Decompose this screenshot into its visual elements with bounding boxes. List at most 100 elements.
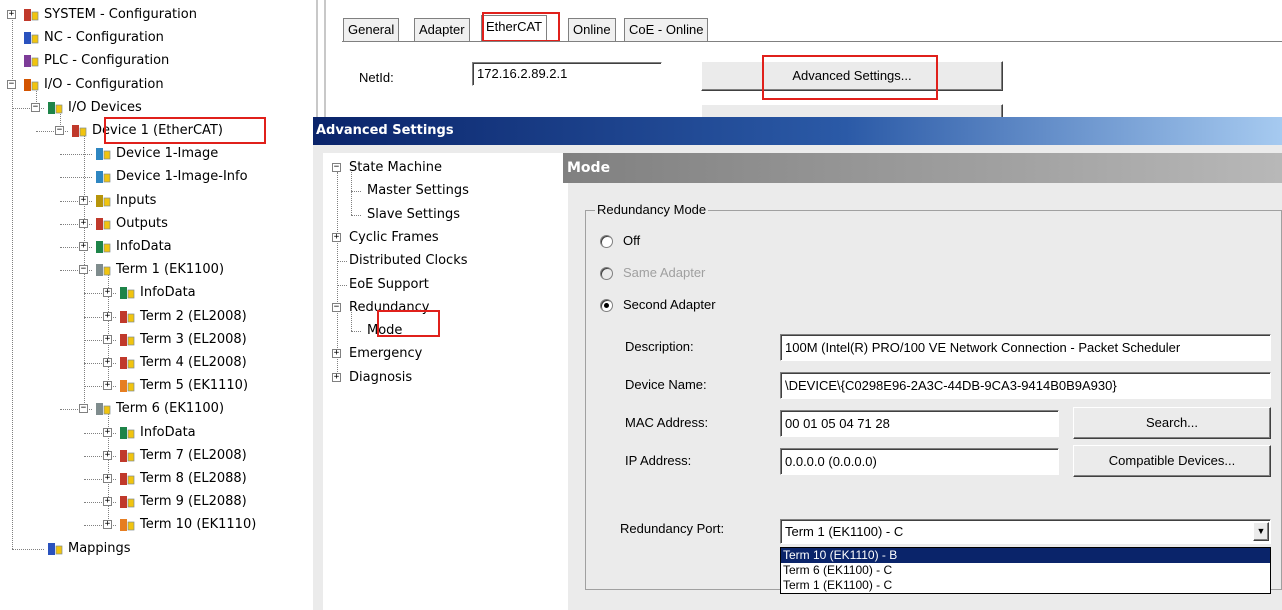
nav-item[interactable]: − Redundancy bbox=[323, 297, 568, 319]
tree-item[interactable]: PLC - Configuration bbox=[0, 50, 316, 72]
nav-item[interactable]: EoE Support bbox=[323, 274, 568, 296]
expand-icon[interactable]: + bbox=[79, 195, 88, 205]
inputs-icon bbox=[94, 193, 112, 209]
expand-icon[interactable]: + bbox=[332, 232, 341, 242]
tree-item[interactable]: + Outputs bbox=[0, 213, 316, 235]
tree-item-label: InfoData bbox=[140, 285, 196, 301]
collapse-icon[interactable]: − bbox=[55, 126, 64, 135]
nav-item[interactable]: Slave Settings bbox=[323, 204, 568, 226]
tree-item[interactable]: + Term 9 (EL2088) bbox=[0, 491, 316, 513]
tree-item-label: InfoData bbox=[116, 239, 172, 254]
expand-icon[interactable]: + bbox=[79, 218, 88, 228]
tree-item[interactable]: + InfoData bbox=[0, 422, 316, 444]
redundancy-port-label: Redundancy Port: bbox=[620, 521, 725, 536]
tree-item[interactable]: + InfoData bbox=[0, 282, 316, 304]
dropdown-option[interactable]: Term 10 (EK1110) - B bbox=[781, 548, 1270, 563]
settings-nav-tree: − State Machine Master Settings Slave Setti… bbox=[323, 153, 568, 610]
nav-item-label: EoE Support bbox=[349, 276, 429, 292]
tree-item[interactable]: + SYSTEM - Configuration bbox=[0, 4, 316, 26]
nav-item[interactable]: Master Settings bbox=[323, 180, 568, 202]
nav-connector bbox=[337, 261, 347, 263]
collapse-icon[interactable]: − bbox=[31, 102, 40, 112]
page-title: Mode bbox=[563, 153, 1282, 183]
tree-item[interactable]: + Term 5 (EK1110) bbox=[0, 375, 316, 397]
expand-icon[interactable]: + bbox=[332, 349, 341, 359]
nav-item[interactable]: + Diagnosis bbox=[323, 367, 568, 389]
mappings-icon bbox=[46, 541, 64, 557]
search-button[interactable]: Search... bbox=[1073, 407, 1271, 439]
plc-config-icon bbox=[22, 53, 40, 69]
tree-item[interactable]: − I/O Devices bbox=[0, 97, 316, 119]
tab-coe-online[interactable]: CoE - Online bbox=[624, 18, 709, 41]
expand-icon[interactable]: + bbox=[79, 242, 88, 251]
tree-item[interactable]: − I/O - Configuration bbox=[0, 74, 316, 96]
tree-item[interactable]: + Term 3 (EL2008) bbox=[0, 329, 316, 351]
expand-icon[interactable]: + bbox=[103, 450, 112, 460]
redundancy-port-dropdown-list: Term 10 (EK1110) - B Term 6 (EK1100) - C… bbox=[780, 547, 1271, 594]
expand-icon[interactable]: + bbox=[103, 474, 112, 483]
tree-item[interactable]: + Term 8 (EL2088) bbox=[0, 468, 316, 490]
nav-item[interactable]: + Cyclic Frames bbox=[323, 227, 568, 249]
radio-off[interactable] bbox=[600, 235, 613, 248]
tree-item-label: Outputs bbox=[116, 215, 168, 231]
expand-icon[interactable]: + bbox=[103, 497, 112, 507]
redundancy-port-select[interactable]: Term 1 (EK1100) - C bbox=[780, 519, 1271, 544]
expand-icon[interactable]: + bbox=[7, 10, 16, 19]
collapse-icon[interactable]: − bbox=[332, 302, 341, 312]
tree-item-label: PLC - Configuration bbox=[44, 53, 170, 69]
dropdown-option[interactable]: Term 1 (EK1100) - C bbox=[781, 578, 1270, 593]
nav-item[interactable]: + Emergency bbox=[323, 343, 568, 365]
nav-item[interactable]: Mode bbox=[323, 320, 568, 342]
expand-icon[interactable]: + bbox=[332, 372, 341, 382]
radio-same-adapter[interactable] bbox=[600, 267, 613, 280]
tree-item[interactable]: + Term 2 (EL2008) bbox=[0, 306, 316, 328]
expand-icon[interactable]: + bbox=[103, 520, 112, 530]
nc-config-icon bbox=[22, 30, 40, 46]
tree-item[interactable]: Device 1-Image bbox=[0, 143, 316, 165]
chevron-down-icon[interactable]: ▼ bbox=[1253, 522, 1269, 541]
expand-icon[interactable]: + bbox=[103, 311, 112, 321]
io-tree: + SYSTEM - Configuration NC - Configuratio… bbox=[0, 0, 316, 610]
expand-icon[interactable]: + bbox=[103, 288, 112, 298]
expand-icon[interactable]: + bbox=[103, 358, 112, 367]
nav-item[interactable]: Distributed Clocks bbox=[323, 250, 568, 272]
nav-item[interactable]: − State Machine bbox=[323, 157, 568, 179]
tree-item-label: Device 1-Image-Info bbox=[116, 169, 248, 185]
tree-item-label: Term 1 (EK1100) bbox=[116, 262, 225, 278]
collapse-icon[interactable]: − bbox=[79, 265, 88, 275]
tree-item-label: Mappings bbox=[68, 540, 131, 556]
expand-icon[interactable]: + bbox=[103, 427, 112, 437]
tree-item[interactable]: − Term 1 (EK1100) bbox=[0, 259, 316, 281]
tab-adapter[interactable]: Adapter bbox=[414, 18, 470, 41]
nav-connector bbox=[351, 214, 361, 216]
infodata-icon bbox=[94, 239, 112, 255]
tree-item[interactable]: + Term 10 (EK1110) bbox=[0, 514, 316, 536]
highlight-advanced-settings bbox=[762, 55, 938, 100]
terminal-icon bbox=[118, 448, 136, 464]
tree-item[interactable]: NC - Configuration bbox=[0, 27, 316, 49]
tree-item[interactable]: − Term 6 (EK1100) bbox=[0, 398, 316, 420]
tree-item[interactable]: Device 1-Image-Info bbox=[0, 166, 316, 188]
expand-icon[interactable]: + bbox=[103, 334, 112, 344]
tree-item-label: Term 9 (EL2088) bbox=[140, 494, 247, 510]
radio-second-adapter[interactable] bbox=[600, 299, 613, 312]
compatible-devices-button[interactable]: Compatible Devices... bbox=[1073, 445, 1271, 477]
tree-item[interactable]: + InfoData bbox=[0, 236, 316, 258]
collapse-icon[interactable]: − bbox=[7, 79, 16, 89]
tree-item[interactable]: + Term 7 (EL2008) bbox=[0, 445, 316, 467]
tree-item[interactable]: Mappings bbox=[0, 538, 316, 560]
tab-general[interactable]: General bbox=[343, 18, 400, 41]
outputs-icon bbox=[94, 216, 112, 232]
tree-item-label: SYSTEM - Configuration bbox=[44, 7, 197, 22]
tree-item[interactable]: + Inputs bbox=[0, 190, 316, 212]
dropdown-option[interactable]: Term 6 (EK1100) - C bbox=[781, 563, 1270, 578]
tree-item[interactable]: + Term 4 (EL2008) bbox=[0, 352, 316, 374]
collapse-icon[interactable]: − bbox=[332, 163, 341, 172]
dialog-title[interactable]: Advanced Settings bbox=[313, 117, 1282, 145]
expand-icon[interactable]: + bbox=[103, 381, 112, 391]
description-label: Description: bbox=[625, 339, 694, 354]
collapse-icon[interactable]: − bbox=[79, 404, 88, 414]
netid-field[interactable]: 172.16.2.89.2.1 bbox=[472, 62, 662, 86]
device-name-label: Device Name: bbox=[625, 377, 707, 392]
tab-online[interactable]: Online bbox=[568, 18, 616, 41]
